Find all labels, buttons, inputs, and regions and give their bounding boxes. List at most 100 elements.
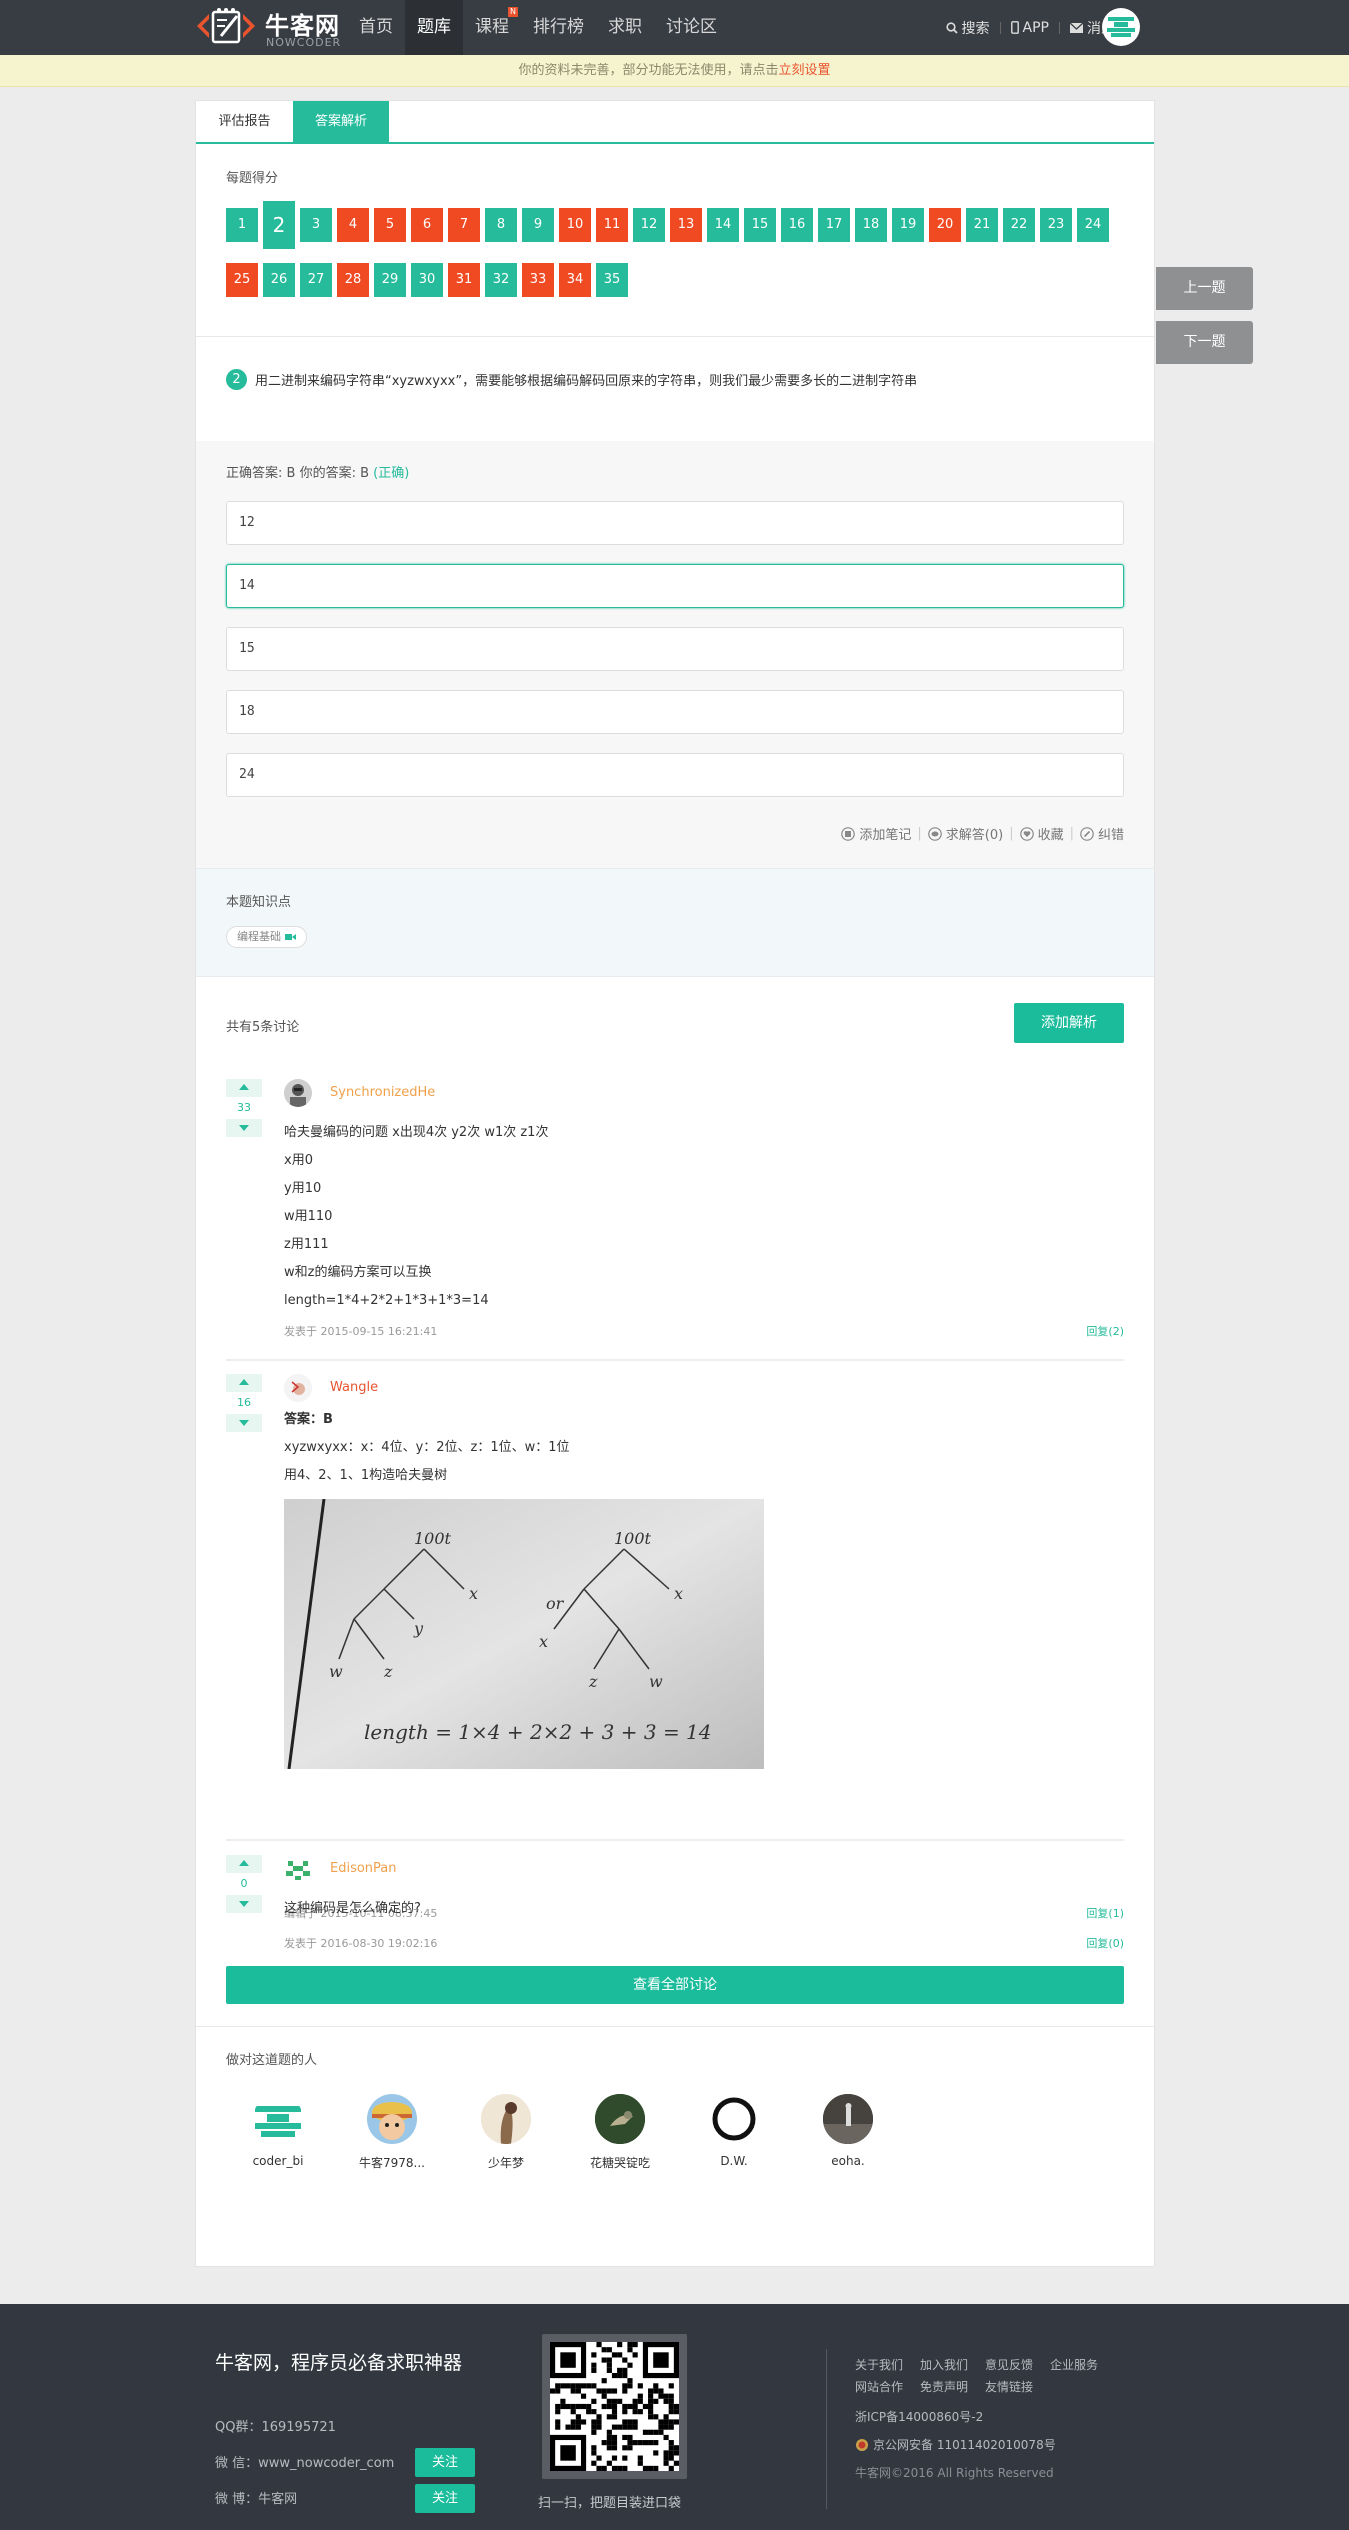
score-item[interactable]: 14: [707, 208, 739, 242]
footer-link-about[interactable]: 关于我们: [855, 2356, 903, 2373]
score-item[interactable]: 29: [374, 263, 406, 297]
reply-link[interactable]: 回复(2): [1086, 1323, 1124, 1339]
next-question-button[interactable]: 下一题: [1156, 321, 1253, 364]
downvote-button[interactable]: [226, 1414, 262, 1432]
score-item[interactable]: 13: [670, 208, 702, 242]
avatar[interactable]: [284, 1855, 312, 1883]
score-item[interactable]: 30: [411, 263, 443, 297]
downvote-button[interactable]: [226, 1895, 262, 1913]
score-item[interactable]: 21: [966, 208, 998, 242]
favorite-button[interactable]: 收藏: [1019, 824, 1064, 843]
tab-report[interactable]: 评估报告: [196, 101, 293, 142]
nav-leaderboard[interactable]: 排行榜: [521, 0, 596, 55]
footer-link-join[interactable]: 加入我们: [920, 2356, 968, 2373]
score-item[interactable]: 9: [522, 208, 554, 242]
score-item[interactable]: 1: [226, 208, 258, 242]
comment-user[interactable]: Wangle: [330, 1380, 378, 1395]
score-item[interactable]: 12: [633, 208, 665, 242]
upvote-button[interactable]: [226, 1855, 262, 1873]
upvote-button[interactable]: [226, 1079, 262, 1097]
comment-user[interactable]: EdisonPan: [330, 1861, 397, 1876]
footer-copyright: 牛客网©2016 All Rights Reserved: [855, 2466, 1054, 2480]
score-item[interactable]: 25: [226, 263, 258, 297]
footer-link-disclaimer[interactable]: 免责声明: [920, 2378, 968, 2395]
score-item[interactable]: 31: [448, 263, 480, 297]
comment-user[interactable]: SynchronizedHe: [330, 1085, 435, 1100]
add-analysis-button[interactable]: 添加解析: [1014, 1003, 1124, 1043]
score-item[interactable]: 16: [781, 208, 813, 242]
score-item[interactable]: 27: [300, 263, 332, 297]
nav-search[interactable]: 搜索: [936, 18, 1000, 38]
comment-line: 用4、2、1、1构造哈夫曼树: [284, 1468, 448, 1483]
user-card[interactable]: 花糖哭锭吃: [580, 2094, 660, 2171]
option-2[interactable]: 14: [226, 564, 1124, 608]
tab-analysis[interactable]: 答案解析: [293, 101, 389, 142]
huffman-tree-photo[interactable]: 100t 100t x x y or w z x w z length = 1×4 + 2×…: [284, 1499, 764, 1769]
footer-link-feedback[interactable]: 意见反馈: [985, 2356, 1033, 2373]
nav-courses[interactable]: 课程 N: [463, 0, 521, 55]
option-4[interactable]: 18: [226, 690, 1124, 734]
user-card[interactable]: 少年梦: [466, 2094, 546, 2171]
reply-link[interactable]: 回复(0): [1086, 1935, 1124, 1951]
option-1[interactable]: 12: [226, 501, 1124, 545]
logo[interactable]: 牛客网 NOWCODER: [195, 4, 345, 50]
avatar[interactable]: [284, 1079, 312, 1107]
footer-link-cooperation[interactable]: 网站合作: [855, 2378, 903, 2395]
ask-button[interactable]: 求解答(0): [927, 824, 1003, 843]
nav-forum[interactable]: 讨论区: [654, 0, 729, 55]
add-note-button[interactable]: 添加笔记: [841, 824, 911, 843]
score-item[interactable]: 24: [1077, 208, 1109, 242]
score-item[interactable]: 19: [892, 208, 924, 242]
score-item[interactable]: 7: [448, 208, 480, 242]
new-badge: N: [508, 7, 518, 17]
score-item[interactable]: 20: [929, 208, 961, 242]
comment-body: 答案：B xyzwxyxx：x：4位、y：2位、z：1位、w：1位 用4、2、1…: [284, 1406, 570, 1490]
downvote-button[interactable]: [226, 1119, 262, 1137]
pencil-icon: [1080, 826, 1094, 841]
score-item[interactable]: 32: [485, 263, 517, 297]
divider: [196, 336, 1154, 337]
footer-link-friends[interactable]: 友情链接: [985, 2378, 1033, 2395]
score-item[interactable]: 11: [596, 208, 628, 242]
score-item[interactable]: 5: [374, 208, 406, 242]
score-item[interactable]: 23: [1040, 208, 1072, 242]
score-item[interactable]: 17: [818, 208, 850, 242]
score-item[interactable]: 15: [744, 208, 776, 242]
user-avatar[interactable]: [1102, 8, 1140, 46]
follow-weibo-button[interactable]: 关注: [415, 2484, 475, 2513]
knowledge-tag[interactable]: 编程基础: [226, 926, 307, 948]
score-item[interactable]: 2: [263, 201, 295, 249]
score-item[interactable]: 10: [559, 208, 591, 242]
score-item[interactable]: 6: [411, 208, 443, 242]
user-card[interactable]: D.W.: [694, 2094, 774, 2168]
nav-jobs[interactable]: 求职: [596, 0, 654, 55]
prev-question-button[interactable]: 上一题: [1156, 267, 1253, 310]
score-item[interactable]: 4: [337, 208, 369, 242]
nav-app[interactable]: APP: [1001, 20, 1059, 36]
score-item[interactable]: 34: [559, 263, 591, 297]
follow-wechat-button[interactable]: 关注: [415, 2448, 475, 2477]
score-item[interactable]: 33: [522, 263, 554, 297]
top-navbar: 牛客网 NOWCODER 首页 题库 课程 N 排行榜 求职 讨论区 搜索 APP…: [0, 0, 1349, 55]
user-card[interactable]: 牛客7978...: [352, 2094, 432, 2171]
score-item[interactable]: 22: [1003, 208, 1035, 242]
score-item[interactable]: 35: [596, 263, 628, 297]
footer-link-enterprise[interactable]: 企业服务: [1050, 2356, 1098, 2373]
view-all-discussions-button[interactable]: 查看全部讨论: [226, 1966, 1124, 2004]
report-error-button[interactable]: 纠错: [1080, 824, 1124, 843]
upvote-button[interactable]: [226, 1374, 262, 1392]
user-card[interactable]: eoha.: [808, 2094, 888, 2168]
score-item[interactable]: 8: [485, 208, 517, 242]
score-item[interactable]: 3: [300, 208, 332, 242]
comment-line: x用0: [284, 1153, 313, 1168]
option-5[interactable]: 24: [226, 753, 1124, 797]
notice-link[interactable]: 立刻设置: [779, 63, 831, 78]
option-3[interactable]: 15: [226, 627, 1124, 671]
score-item[interactable]: 28: [337, 263, 369, 297]
nav-home[interactable]: 首页: [347, 0, 405, 55]
avatar[interactable]: [284, 1374, 312, 1402]
nav-question-bank[interactable]: 题库: [405, 0, 463, 55]
user-card[interactable]: coder_bi: [238, 2094, 318, 2168]
score-item[interactable]: 18: [855, 208, 887, 242]
score-item[interactable]: 26: [263, 263, 295, 297]
